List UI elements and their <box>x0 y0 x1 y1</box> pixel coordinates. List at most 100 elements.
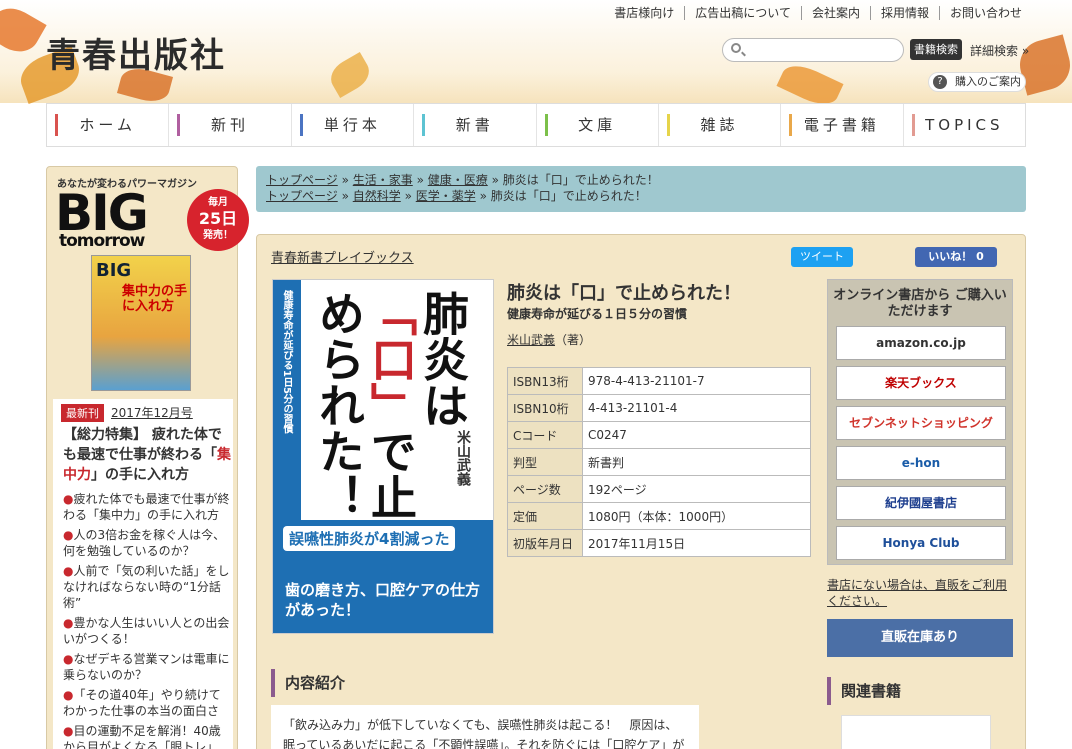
breadcrumb-row: トップページ » 自然科学 » 医学・薬学 » 肺炎は「口」で止められた！ <box>266 189 647 203</box>
list-item-text: 目の運動不足を解消！40歳から目がよくなる「眼トレ」 <box>63 724 221 749</box>
cover-headline: 集中力の手に入れ方 <box>122 284 188 314</box>
feature-headline: 【総力特集】 疲れた体でも最速で仕事が終わる「集中力」の手に入れ方 <box>63 425 231 485</box>
shop-kinokuniya-button[interactable]: 紀伊國屋書店 <box>836 486 1006 520</box>
cover-title-pre: 肺炎は <box>416 290 470 428</box>
topnav-link-bookstores[interactable]: 書店様向け <box>604 6 684 20</box>
cover-lower-headline: 誤嚥性肺炎が4割減った <box>283 526 456 551</box>
advanced-search-link[interactable]: 詳細検索 » <box>970 42 1029 59</box>
direct-sale-button[interactable]: 直販在庫あり <box>827 619 1013 657</box>
nav-color-bar <box>911 114 915 136</box>
search-box <box>722 38 904 62</box>
breadcrumb-current: 肺炎は「口」で止められた！ <box>490 189 647 203</box>
purchase-guide-link[interactable]: ? 購入のご案内 <box>928 72 1026 92</box>
book-title: 肺炎は「口」で止められた！ <box>507 283 741 304</box>
nav-item-label: ホーム <box>79 116 136 134</box>
nav-item-label: TOPICS <box>925 116 1004 134</box>
info-key: ISBN13桁 <box>507 367 583 395</box>
nav-item-new[interactable]: 新刊 <box>169 104 292 146</box>
info-value: C0247 <box>582 421 811 449</box>
info-value: 192ページ <box>582 475 811 503</box>
bullet-icon: ● <box>63 652 74 666</box>
nav-item-shinsho[interactable]: 新書 <box>414 104 537 146</box>
book-subtitle: 健康寿命が延びる１日５分の習慣 <box>507 307 688 321</box>
latest-issue-tag: 最新刊 <box>61 404 104 422</box>
info-value: 978-4-413-21101-7 <box>582 367 811 395</box>
nav-item-ebooks[interactable]: 電子書籍 <box>781 104 904 146</box>
info-value: 4-413-21101-4 <box>582 394 811 422</box>
direct-sale-note-link[interactable]: 書店にない場合は、直販をご利用ください。 <box>827 577 1013 609</box>
list-item: ●人前で「気の利いた話」をしなければならない時の“1分話術” <box>63 563 231 611</box>
magazine-logo[interactable]: BIG <box>55 188 149 238</box>
cover-band: 健康寿命が延びる1日5分の習慣 <box>273 280 301 520</box>
main-nav: ホーム 新刊 単行本 新書 文庫 雑誌 電子書籍 TOPICS <box>46 103 1026 147</box>
topnav-link-contact[interactable]: お問い合わせ <box>938 6 1032 20</box>
breadcrumb: トップページ » 生活・家事 » 健康・医療 » 肺炎は「口」で止められた！ ト… <box>256 166 1026 212</box>
bullet-icon: ● <box>63 528 74 542</box>
shop-rakuten-button[interactable]: 楽天ブックス <box>836 366 1006 400</box>
nav-color-bar <box>55 114 58 136</box>
info-value: 2017年11月15日 <box>582 529 811 557</box>
book-detail: 青春新書プレイブックス ツイート いいね！ 0 健康寿命が延びる1日5分の習慣 … <box>256 234 1026 749</box>
series-link[interactable]: 青春新書プレイブックス <box>271 247 414 266</box>
topnav-link-recruit[interactable]: 採用情報 <box>869 6 939 20</box>
nav-item-topics[interactable]: TOPICS <box>904 104 1025 146</box>
breadcrumb-link[interactable]: 自然科学 <box>353 189 401 203</box>
site-header: 青春出版社 書店様向け 広告出稿について 会社案内 採用情報 お問い合わせ 書籍… <box>0 0 1072 112</box>
breadcrumb-link[interactable]: 生活・家事 <box>353 173 413 187</box>
book-cover-image: 健康寿命が延びる1日5分の習慣 肺炎は「口」で止められた！ 米山武義 誤嚥性肺炎… <box>272 279 494 634</box>
site-logo[interactable]: 青春出版社 <box>46 28 226 77</box>
table-row: ページ数 192ページ <box>507 475 811 503</box>
badge-bottom: 発売！ <box>203 230 233 241</box>
info-key: ISBN10桁 <box>507 394 583 422</box>
list-item-text: 「その道40年」やり続けてわかった仕事の本当の面白さ <box>63 688 221 718</box>
table-row: ISBN10桁 4-413-21101-4 <box>507 394 811 422</box>
topnav-link-advertising[interactable]: 広告出稿について <box>684 6 801 20</box>
breadcrumb-link[interactable]: 健康・医療 <box>428 173 488 187</box>
nav-item-tankobon[interactable]: 単行本 <box>292 104 415 146</box>
latest-issue-date[interactable]: 2017年12月号 <box>111 404 193 421</box>
shop-ehon-button[interactable]: e-hon <box>836 446 1006 480</box>
shop-honyaclub-button[interactable]: Honya Club <box>836 526 1006 560</box>
feature-suffix: 」の手に入れ方 <box>91 467 189 483</box>
badge-day: 25日 <box>198 209 238 228</box>
list-item-text: 豊かな人生はいい人との出会いがつくる！ <box>63 616 230 646</box>
intro-text: 「飲み込み力」が低下していなくても、誤嚥性肺炎は起こる！ 原因は、眠っているあい… <box>271 705 699 749</box>
search-input[interactable] <box>747 42 897 58</box>
list-item-text: なぜデキる営業マンは電車に乗らないのか？ <box>63 652 230 682</box>
bullet-icon: ● <box>63 616 74 630</box>
magazine-cover-image[interactable]: BIG 集中力の手に入れ方 <box>91 255 191 391</box>
nav-item-bunko[interactable]: 文庫 <box>537 104 659 146</box>
cover-title: BIG <box>96 260 132 281</box>
tweet-button[interactable]: ツイート <box>791 247 853 267</box>
bullet-icon: ● <box>63 564 74 578</box>
nav-item-label: 文庫 <box>578 116 617 134</box>
nav-item-label: 雑誌 <box>700 116 739 134</box>
breadcrumb-link[interactable]: 医学・薬学 <box>416 189 476 203</box>
book-info-table: ISBN13桁 978-4-413-21101-7 ISBN10桁 4-413-21… <box>507 367 811 557</box>
utility-nav: 書店様向け 広告出稿について 会社案内 採用情報 お問い合わせ <box>604 6 1032 20</box>
list-item-text: 人前で「気の利いた話」をしなければならない時の“1分話術” <box>63 564 230 610</box>
book-author: 米山武義（著） <box>507 331 591 348</box>
table-row: ISBN13桁 978-4-413-21101-7 <box>507 367 811 395</box>
nav-item-home[interactable]: ホーム <box>47 104 170 146</box>
list-item: ●目の運動不足を解消！40歳から目がよくなる「眼トレ」 <box>63 723 231 749</box>
list-item: ●疲れた体でも最速で仕事が終わる「集中力」の手に入れ方 <box>63 491 231 523</box>
list-item: ●豊かな人生はいい人との出会いがつくる！ <box>63 615 231 647</box>
related-book-image[interactable] <box>841 715 991 749</box>
nav-item-magazine[interactable]: 雑誌 <box>659 104 782 146</box>
nav-color-bar <box>422 114 426 136</box>
author-link[interactable]: 米山武義 <box>507 333 555 347</box>
shops-heading: オンライン書店から ご購入いただけます <box>833 288 1007 319</box>
topnav-link-company[interactable]: 会社案内 <box>800 6 870 20</box>
search-button[interactable]: 書籍検索 <box>910 39 962 60</box>
breadcrumb-link[interactable]: トップページ <box>266 173 338 187</box>
nav-item-label: 単行本 <box>323 116 381 134</box>
like-button[interactable]: いいね！ 0 <box>915 247 997 267</box>
list-item-text: 人の3倍お金を稼ぐ人は今、何を勉強しているのか？ <box>63 528 226 558</box>
info-key: Cコード <box>507 421 583 449</box>
shop-amazon-button[interactable]: amazon.co.jp <box>836 326 1006 360</box>
nav-color-bar <box>789 114 793 136</box>
shop-7net-button[interactable]: セブンネットショッピング <box>836 406 1006 440</box>
cover-lower-text: 歯の磨き方、口腔ケアの仕方があった！ <box>285 581 481 619</box>
breadcrumb-link[interactable]: トップページ <box>266 189 338 203</box>
